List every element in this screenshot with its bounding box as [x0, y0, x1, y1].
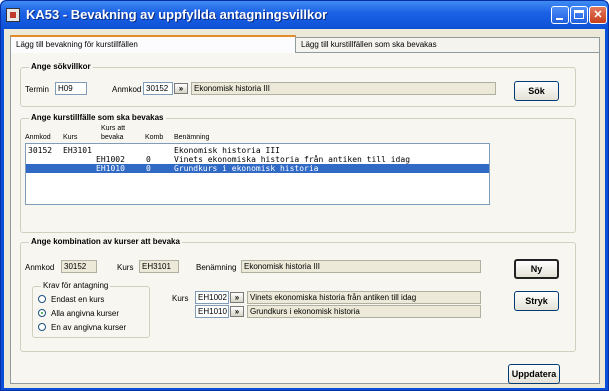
row-benamning: Ekonomisk historia III [174, 146, 280, 155]
radio-en-av-angivna-kurser[interactable] [38, 323, 46, 331]
row-komb: 0 [146, 164, 151, 173]
table-row[interactable]: EH1002 0 Vinets ekonomiska historia från… [26, 155, 489, 164]
new-button[interactable]: Ny [514, 259, 559, 279]
termin-label: Termin [25, 85, 50, 94]
termin-input[interactable]: H09 [55, 82, 87, 95]
row-bevaka: EH1010 [96, 164, 125, 173]
combination-course-list-label: Kurs [172, 294, 189, 303]
anmkod-input[interactable]: 30152 [143, 82, 173, 95]
header-komb: Komb [145, 134, 164, 141]
combination-benamning-value: Ekonomisk historia III [241, 260, 481, 273]
combination-kurs-label: Kurs [117, 263, 134, 272]
course-name-2: Grundkurs i ekonomisk historia [247, 305, 481, 318]
combination-kurs-value: EH3101 [139, 260, 179, 273]
combination-benamning-label: Benämning [196, 263, 237, 272]
course-list-title: Ange kurstillfälle som ska bevakas [29, 113, 166, 122]
app-window: KA53 - Bevakning av uppfyllda antagnings… [0, 0, 609, 391]
row-anmkod: 30152 [28, 146, 53, 155]
delete-button[interactable]: Stryk [514, 291, 559, 311]
update-button[interactable]: Uppdatera [508, 364, 560, 384]
app-icon [6, 8, 20, 22]
radio-en-av-angivna-kurser-label[interactable]: En av angivna kurser [51, 323, 126, 332]
row-bevaka: EH1002 [96, 155, 125, 164]
row-benamning: Grundkurs i ekonomisk historia [174, 164, 319, 173]
anmkod-lookup-button[interactable]: » [174, 83, 188, 94]
close-icon: ✕ [593, 9, 603, 21]
row-kurs: EH3101 [63, 146, 92, 155]
course-list[interactable]: 30152 EH3101 Ekonomisk historia III EH10… [25, 143, 490, 205]
row-benamning: Vinets ekonomiska historia från antiken … [174, 155, 411, 164]
combination-anmkod-label: Anmkod [25, 263, 55, 272]
anmkod-description: Ekonomisk historia III [191, 82, 496, 95]
search-button[interactable]: Sök [514, 81, 559, 101]
row-komb: 0 [146, 155, 151, 164]
maximize-icon [574, 10, 584, 19]
maximize-button[interactable] [570, 6, 588, 24]
minimize-icon [556, 18, 563, 20]
header-anmkod: Anmkod [25, 134, 51, 141]
requirement-title: Krav för antagning [41, 281, 111, 290]
radio-endast-en-kurs-label[interactable]: Endast en kurs [51, 295, 104, 304]
close-button[interactable]: ✕ [589, 6, 607, 24]
client-area: Lägg till bevakning för kurstillfällen L… [4, 29, 605, 388]
header-bevaka: bevaka [101, 134, 124, 141]
course-lookup-button-1[interactable]: » [230, 292, 244, 303]
radio-alla-angivna-kurser-label[interactable]: Alla angivna kurser [51, 309, 119, 318]
radio-alla-angivna-kurser[interactable] [38, 309, 46, 317]
combination-anmkod-value: 30152 [61, 260, 97, 273]
header-kurs-att: Kurs att [101, 125, 126, 132]
header-benamning: Benämning [174, 134, 210, 141]
window-title: KA53 - Bevakning av uppfyllda antagnings… [26, 7, 328, 22]
minimize-button[interactable] [551, 6, 569, 24]
course-code-input-1[interactable]: EH1002 [195, 291, 229, 304]
course-name-1: Vinets ekonomiska historia från antiken … [247, 291, 481, 304]
title-bar[interactable]: KA53 - Bevakning av uppfyllda antagnings… [1, 1, 608, 29]
course-code-input-2[interactable]: EH1010 [195, 305, 229, 318]
anmkod-label: Anmkod [112, 85, 142, 94]
tab-add-course-occasions[interactable]: Lägg till kurstillfällen som ska bevakas [295, 37, 600, 52]
table-row[interactable]: 30152 EH3101 Ekonomisk historia III [26, 146, 489, 155]
course-lookup-button-2[interactable]: » [230, 306, 244, 317]
tab-panel: Ange sökvillkor Termin H09 Anmkod 30152 … [10, 52, 600, 384]
combination-title: Ange kombination av kurser att bevaka [29, 237, 182, 246]
radio-endast-en-kurs[interactable] [38, 295, 46, 303]
table-row-selected[interactable]: EH1010 0 Grundkurs i ekonomisk historia [26, 164, 489, 173]
header-kurs: Kurs [63, 134, 78, 141]
search-criteria-title: Ange sökvillkor [29, 62, 93, 71]
tab-add-monitoring[interactable]: Lägg till bevakning för kurstillfällen [10, 35, 296, 53]
